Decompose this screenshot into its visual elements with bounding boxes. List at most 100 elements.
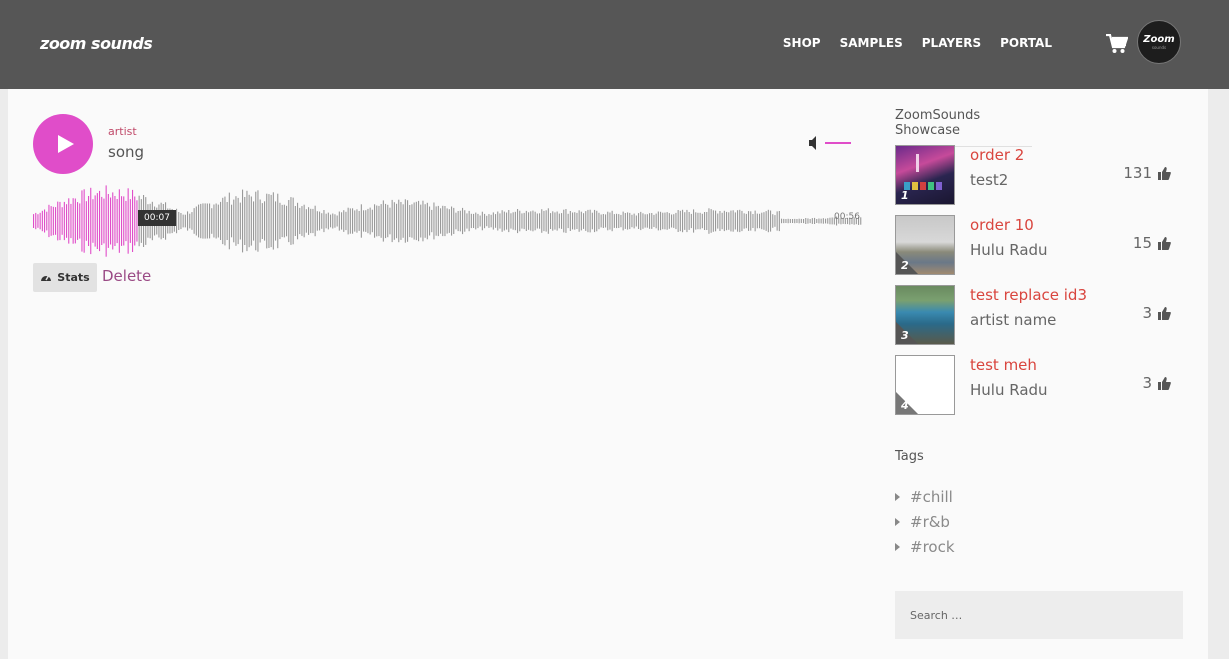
thumbs-up-icon[interactable] [1157, 306, 1171, 320]
tag-link[interactable]: #rock [895, 538, 955, 556]
waveform-bar [770, 210, 772, 232]
waveform-bar [316, 211, 318, 231]
waveform-bar [228, 192, 230, 250]
waveform-bar [818, 218, 820, 224]
waveform-bar [327, 212, 329, 230]
item-thumbnail[interactable]: 1 [895, 145, 955, 205]
waveform-bar [319, 211, 321, 231]
showcase-item[interactable]: 1 order 2 test2 131 [895, 145, 1185, 205]
thumbs-up-icon[interactable] [1157, 376, 1171, 390]
waveform-bar [611, 210, 613, 232]
showcase-item[interactable]: 2 order 10 Hulu Radu 15 [895, 215, 1185, 275]
waveform-bar [459, 210, 461, 232]
waveform-bar [235, 196, 237, 246]
waveform-bar [107, 194, 109, 248]
item-artist: Hulu Radu [970, 241, 1048, 259]
waveform-bar [134, 196, 136, 246]
waveform-bar [481, 211, 483, 231]
waveform-bar [539, 213, 541, 229]
waveform-bar [409, 205, 411, 238]
waveform-bar [50, 206, 52, 236]
waveform-bar [244, 197, 246, 245]
waveform-bar [103, 198, 105, 244]
waveform-bar [503, 211, 505, 231]
waveform-bar [506, 212, 508, 230]
showcase-item[interactable]: 3 test replace id3 artist name 3 [895, 285, 1185, 345]
tag-link[interactable]: #chill [895, 488, 953, 506]
dashboard-icon [41, 274, 52, 281]
waveform-bar [609, 212, 611, 230]
waveform-bar [272, 192, 274, 250]
item-thumbnail[interactable]: 2 [895, 215, 955, 275]
play-button[interactable] [33, 114, 93, 174]
waveform-bar [314, 205, 316, 237]
waveform-bar [644, 214, 646, 228]
likes-count: 3 [1142, 374, 1152, 392]
waveform-bar [398, 199, 400, 243]
waveform-bar [114, 196, 116, 246]
caret-right-icon [895, 543, 900, 551]
nav-samples[interactable]: SAMPLES [840, 36, 903, 50]
waveform-bar [470, 213, 472, 229]
waveform-bar [411, 204, 413, 238]
item-title[interactable]: order 10 [970, 216, 1034, 234]
waveform-bar [444, 206, 446, 237]
waveform-bar [642, 213, 644, 229]
delete-link[interactable]: Delete [102, 267, 151, 285]
item-title[interactable]: order 2 [970, 146, 1024, 164]
waveform-bar [92, 199, 94, 243]
waveform-bar [750, 211, 752, 231]
item-artist: artist name [970, 311, 1057, 329]
waveform-bar [492, 212, 494, 230]
nav-portal[interactable]: PORTAL [1000, 36, 1052, 50]
thumbs-up-icon[interactable] [1157, 166, 1171, 180]
waveform-bar [567, 213, 569, 229]
item-title[interactable]: test meh [970, 356, 1037, 374]
site-logo[interactable]: zoom sounds [40, 34, 153, 53]
waveform-bar [649, 213, 651, 229]
stats-button[interactable]: Stats [33, 263, 97, 292]
track-artist[interactable]: artist [108, 125, 137, 138]
showcase-item[interactable]: 4 test meh Hulu Radu 3 [895, 355, 1185, 415]
volume-bar[interactable] [825, 142, 851, 144]
waveform-bar [585, 211, 587, 231]
waveform-bar [781, 218, 783, 224]
waveform[interactable] [33, 184, 864, 269]
nav-shop[interactable]: SHOP [783, 36, 821, 50]
tag-label[interactable]: #rock [910, 538, 955, 556]
waveform-bar [246, 190, 248, 252]
waveform-bar [299, 207, 301, 235]
waveform-bar [178, 212, 180, 230]
waveform-bar [776, 211, 778, 231]
nav-players[interactable]: PLAYERS [922, 36, 981, 50]
tag-label[interactable]: #chill [910, 488, 953, 506]
waveform-bar [312, 208, 314, 234]
item-thumbnail[interactable]: 4 [895, 355, 955, 415]
search-input[interactable] [895, 591, 1183, 639]
waveform-bar [283, 204, 285, 238]
item-title[interactable]: test replace id3 [970, 286, 1087, 304]
waveform-bar [325, 213, 327, 229]
cart-icon[interactable] [1106, 34, 1128, 54]
item-rank: 2 [901, 259, 909, 272]
waveform-bar [457, 211, 459, 232]
waveform-bar [534, 211, 536, 231]
thumbs-up-icon[interactable] [1157, 236, 1171, 250]
waveform-bar [486, 215, 488, 227]
volume-control[interactable] [808, 135, 853, 151]
waveform-bar [110, 197, 112, 245]
waveform-bar [59, 201, 61, 241]
waveform-bar [721, 212, 723, 230]
waveform-bar [41, 210, 43, 232]
waveform-bar [96, 193, 98, 249]
tag-link[interactable]: #r&b [895, 513, 950, 531]
item-thumbnail[interactable]: 3 [895, 285, 955, 345]
waveform-bar [301, 206, 303, 236]
waveform-bar [310, 208, 312, 234]
waveform-bar [264, 201, 266, 241]
user-avatar[interactable]: Zoom sounds [1137, 20, 1181, 64]
tag-label[interactable]: #r&b [910, 513, 950, 531]
waveform-bar [323, 210, 325, 233]
waveform-bar [433, 202, 435, 240]
waveform-bar [81, 190, 83, 252]
